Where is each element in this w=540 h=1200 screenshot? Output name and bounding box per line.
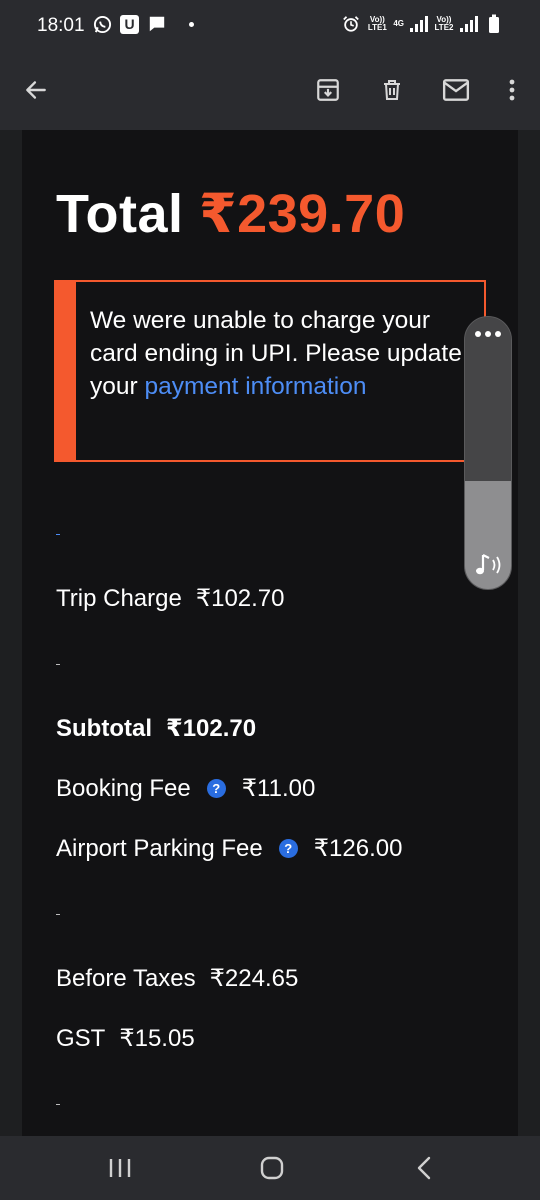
app-bar [0,52,540,130]
divider [56,664,60,665]
whatsapp-icon [92,14,112,34]
gst-value: ₹15.05 [119,1025,195,1052]
navigation-bar [0,1136,540,1200]
archive-icon [317,79,339,101]
booking-fee-row: Booking Fee ? ₹11.00 [56,774,315,803]
more-options-button[interactable] [492,70,532,110]
mail-icon [442,79,470,101]
alarm-icon [341,14,361,34]
more-vert-icon [509,79,515,101]
nav-back-icon [417,1156,431,1180]
system-icons: Vo)) LTE1 4G Vo)) LTE2 [341,14,504,34]
home-icon [260,1156,284,1180]
total-amount: ₹239.70 [199,184,406,244]
recents-icon [109,1159,131,1177]
chat-icon [147,14,167,34]
signal-strength-icon [410,16,428,32]
email-body[interactable]: Total ₹239.70 We were unable to charge y… [22,130,518,1136]
payment-alert: We were unable to charge your card endin… [54,280,486,462]
back-button[interactable] [16,70,56,110]
archive-button[interactable] [308,70,348,110]
u-app-icon: U [120,14,139,34]
trip-charge-label: Trip Charge [56,584,182,612]
airport-fee-row: Airport Parking Fee ? ₹126.00 [56,834,402,863]
signal-strength-icon-2 [460,16,478,32]
music-note-icon[interactable] [473,551,505,579]
subtotal-value: ₹102.70 [166,715,257,742]
status-bar: 18:01 U Vo)) LTE1 4G Vo)) LTE2 [0,0,540,52]
widget-upper [465,317,511,481]
booking-fee-label: Booking Fee [56,774,191,802]
booking-fee-value: ₹11.00 [241,775,316,802]
delete-button[interactable] [372,70,412,110]
gst-row: GST ₹15.05 [56,1024,195,1053]
before-taxes-value: ₹224.65 [209,965,299,992]
airport-fee-label: Airport Parking Fee [56,834,263,862]
total-heading: Total ₹239.70 [56,182,405,245]
network-type-label: 4G [393,19,404,28]
booking-fee-help-icon[interactable]: ? [206,779,226,798]
before-taxes-label: Before Taxes [56,964,196,992]
notification-icons: U [92,14,194,34]
gst-label: GST [56,1024,106,1052]
trip-charge-value: ₹102.70 [195,585,285,612]
airport-fee-help-icon[interactable]: ? [278,839,298,858]
payment-information-link[interactable]: payment information [144,373,366,400]
subtotal-row: Subtotal ₹102.70 [56,714,256,743]
battery-icon [484,14,504,34]
divider [56,914,60,915]
delete-icon [384,80,400,100]
recents-button[interactable] [100,1152,140,1184]
sim2-label: Vo)) LTE2 [434,15,454,32]
total-label: Total [56,184,184,244]
more-notifications-dot [189,21,194,27]
home-button[interactable] [252,1152,292,1184]
floating-media-widget[interactable] [464,316,512,590]
status-time: 18:01 [37,15,85,36]
subtotal-label: Subtotal [56,714,152,742]
mark-unread-button[interactable] [436,70,476,110]
trip-charge-row: Trip Charge ₹102.70 [56,584,285,613]
widget-more-icon[interactable] [465,331,511,337]
sim1-label: Vo)) LTE1 [367,15,387,32]
nav-back-button[interactable] [404,1152,444,1184]
before-taxes-row: Before Taxes ₹224.65 [56,964,298,993]
divider [56,1104,60,1105]
airport-fee-value: ₹126.00 [313,835,403,862]
divider [56,534,60,535]
back-arrow-icon [26,81,46,99]
